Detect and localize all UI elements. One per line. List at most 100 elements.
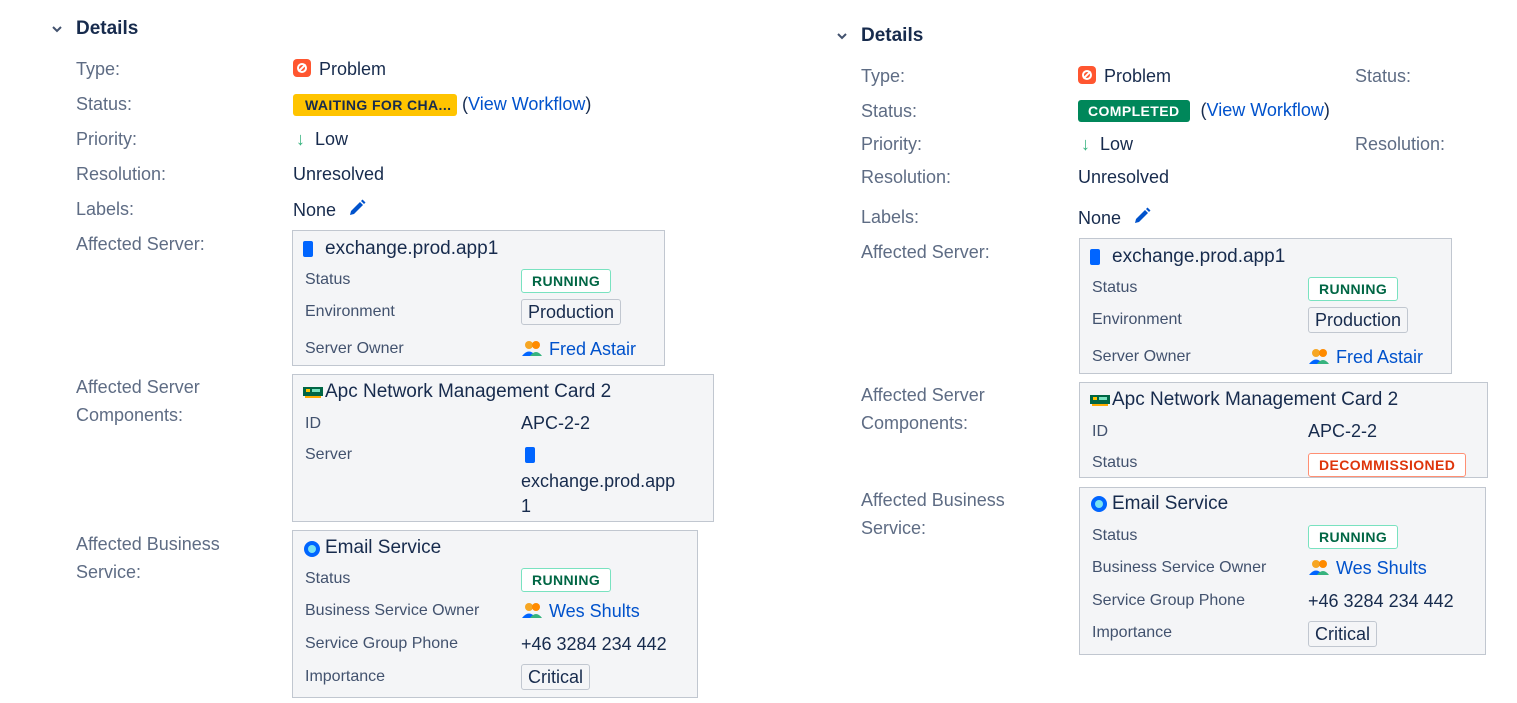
business-owner-value[interactable]: Wes Shults xyxy=(521,601,640,622)
component-card[interactable]: Apc Network Management Card 2 ID APC-2-2… xyxy=(1079,382,1488,478)
details-panel-right: Details Type: Problem Status: Status: CO… xyxy=(785,0,1517,703)
problem-icon xyxy=(293,59,311,77)
server-icon xyxy=(1090,249,1100,270)
business-owner-link[interactable]: Wes Shults xyxy=(1336,558,1427,578)
business-card-title[interactable]: Email Service xyxy=(325,537,441,559)
production-tag: Production xyxy=(1308,307,1409,333)
component-card-title[interactable]: Apc Network Management Card 2 xyxy=(325,381,611,403)
business-importance-label: Importance xyxy=(1092,624,1173,641)
priority-text: Low xyxy=(1100,134,1134,154)
component-server-link-1[interactable]: exchange.prod.app xyxy=(521,471,675,492)
server-icon xyxy=(303,241,313,262)
view-workflow-link[interactable]: View Workflow xyxy=(1207,100,1324,120)
arrow-down-icon: ↓ xyxy=(296,129,305,149)
network-card-icon xyxy=(1090,393,1110,412)
business-importance-value: Critical xyxy=(521,664,591,690)
component-server-label: Server xyxy=(305,446,353,463)
workflow-close: ) xyxy=(1323,100,1330,120)
critical-tag: Critical xyxy=(1308,621,1378,647)
business-card[interactable]: Email Service Status RUNNING Business Se… xyxy=(1079,487,1486,655)
component-status-value: DECOMMISSIONED xyxy=(1308,453,1467,477)
workflow-close: ) xyxy=(585,94,592,114)
details-heading[interactable]: Details xyxy=(76,18,138,40)
resolution-label: Resolution: xyxy=(76,164,167,184)
type-value: Problem xyxy=(293,58,386,80)
view-workflow-link[interactable]: View Workflow xyxy=(468,94,585,114)
decommissioned-lozenge: DECOMMISSIONED xyxy=(1308,453,1467,477)
server-env-value: Production xyxy=(521,299,622,325)
server-owner-link[interactable]: Fred Astair xyxy=(549,339,636,359)
affected-business-label-2: Service: xyxy=(861,518,927,538)
business-owner-label: Business Service Owner xyxy=(1092,559,1267,576)
server-owner-value[interactable]: Fred Astair xyxy=(1308,347,1423,368)
affected-components-label-1: Affected Server xyxy=(76,377,200,397)
server-status-label: Status xyxy=(305,271,351,288)
priority-label: Priority: xyxy=(861,134,923,154)
labels-label: Labels: xyxy=(861,207,920,227)
affected-server-label: Affected Server: xyxy=(861,242,990,262)
server-status-value: RUNNING xyxy=(1308,277,1399,301)
running-lozenge: RUNNING xyxy=(1308,277,1399,301)
pencil-icon[interactable] xyxy=(347,198,367,218)
business-status-value: RUNNING xyxy=(1308,525,1399,549)
server-owner-label: Server Owner xyxy=(1092,348,1191,365)
resolution-value: Unresolved xyxy=(293,164,385,184)
status-label: Status: xyxy=(861,101,918,121)
resolution-label: Resolution: xyxy=(861,167,952,187)
labels-label: Labels: xyxy=(76,199,135,219)
status-label: Status: xyxy=(76,94,133,114)
status-lozenge[interactable]: WAITING FOR CHA... xyxy=(293,94,457,117)
component-server-link-2[interactable]: 1 xyxy=(521,496,531,517)
type-text: Problem xyxy=(319,59,387,79)
server-owner-label: Server Owner xyxy=(305,340,404,357)
service-icon xyxy=(303,540,321,563)
status-lozenge[interactable]: COMPLETED xyxy=(1078,100,1190,123)
server-card[interactable]: exchange.prod.app1 Status RUNNING Enviro… xyxy=(292,230,665,366)
labels-text: None xyxy=(293,200,337,220)
type-text: Problem xyxy=(1104,66,1172,86)
affected-components-label-2: Components: xyxy=(861,413,969,433)
type-label: Type: xyxy=(76,59,121,79)
business-phone-label: Service Group Phone xyxy=(305,635,458,652)
details-heading[interactable]: Details xyxy=(861,25,923,47)
service-icon xyxy=(1090,495,1108,518)
component-card[interactable]: Apc Network Management Card 2 ID APC-2-2… xyxy=(292,374,714,522)
problem-icon xyxy=(1078,66,1096,84)
server-env-label: Environment xyxy=(1092,311,1182,328)
affected-business-label-1: Affected Business xyxy=(861,490,1005,510)
side-resolution-label: Resolution: xyxy=(1355,134,1446,154)
server-owner-value[interactable]: Fred Astair xyxy=(521,339,636,360)
business-importance-value: Critical xyxy=(1308,621,1378,647)
server-card[interactable]: exchange.prod.app1 Status RUNNING Enviro… xyxy=(1079,238,1452,374)
component-card-title[interactable]: Apc Network Management Card 2 xyxy=(1112,389,1398,411)
arrow-down-icon: ↓ xyxy=(1081,134,1090,154)
status-value: COMPLETED (View Workflow) xyxy=(1078,99,1330,123)
person-icon xyxy=(1309,349,1329,364)
server-owner-link[interactable]: Fred Astair xyxy=(1336,347,1423,367)
business-card-title[interactable]: Email Service xyxy=(1112,493,1228,515)
business-card[interactable]: Email Service Status RUNNING Business Se… xyxy=(292,530,698,698)
running-lozenge: RUNNING xyxy=(521,269,612,293)
priority-label: Priority: xyxy=(76,129,138,149)
component-id-label: ID xyxy=(305,415,321,432)
running-lozenge: RUNNING xyxy=(1308,525,1399,549)
server-card-title[interactable]: exchange.prod.app1 xyxy=(1112,246,1285,268)
affected-business-label-2: Service: xyxy=(76,562,142,582)
business-owner-label: Business Service Owner xyxy=(305,602,480,619)
component-status-label: Status xyxy=(1092,454,1138,471)
affected-components-label-2: Components: xyxy=(76,405,184,425)
type-label: Type: xyxy=(861,66,906,86)
network-card-icon xyxy=(303,385,323,404)
person-icon xyxy=(522,603,542,618)
business-phone-value: +46 3284 234 442 xyxy=(1308,591,1454,611)
chevron-down-icon[interactable] xyxy=(52,24,62,34)
chevron-down-icon[interactable] xyxy=(837,31,847,41)
affected-server-label: Affected Server: xyxy=(76,234,205,254)
server-card-title[interactable]: exchange.prod.app1 xyxy=(325,238,498,260)
type-value: Problem xyxy=(1078,65,1171,87)
business-owner-link[interactable]: Wes Shults xyxy=(549,601,640,621)
business-owner-value[interactable]: Wes Shults xyxy=(1308,558,1427,579)
pencil-icon[interactable] xyxy=(1132,206,1152,226)
component-server-value[interactable] xyxy=(521,447,535,463)
component-id-value: APC-2-2 xyxy=(1308,421,1378,441)
